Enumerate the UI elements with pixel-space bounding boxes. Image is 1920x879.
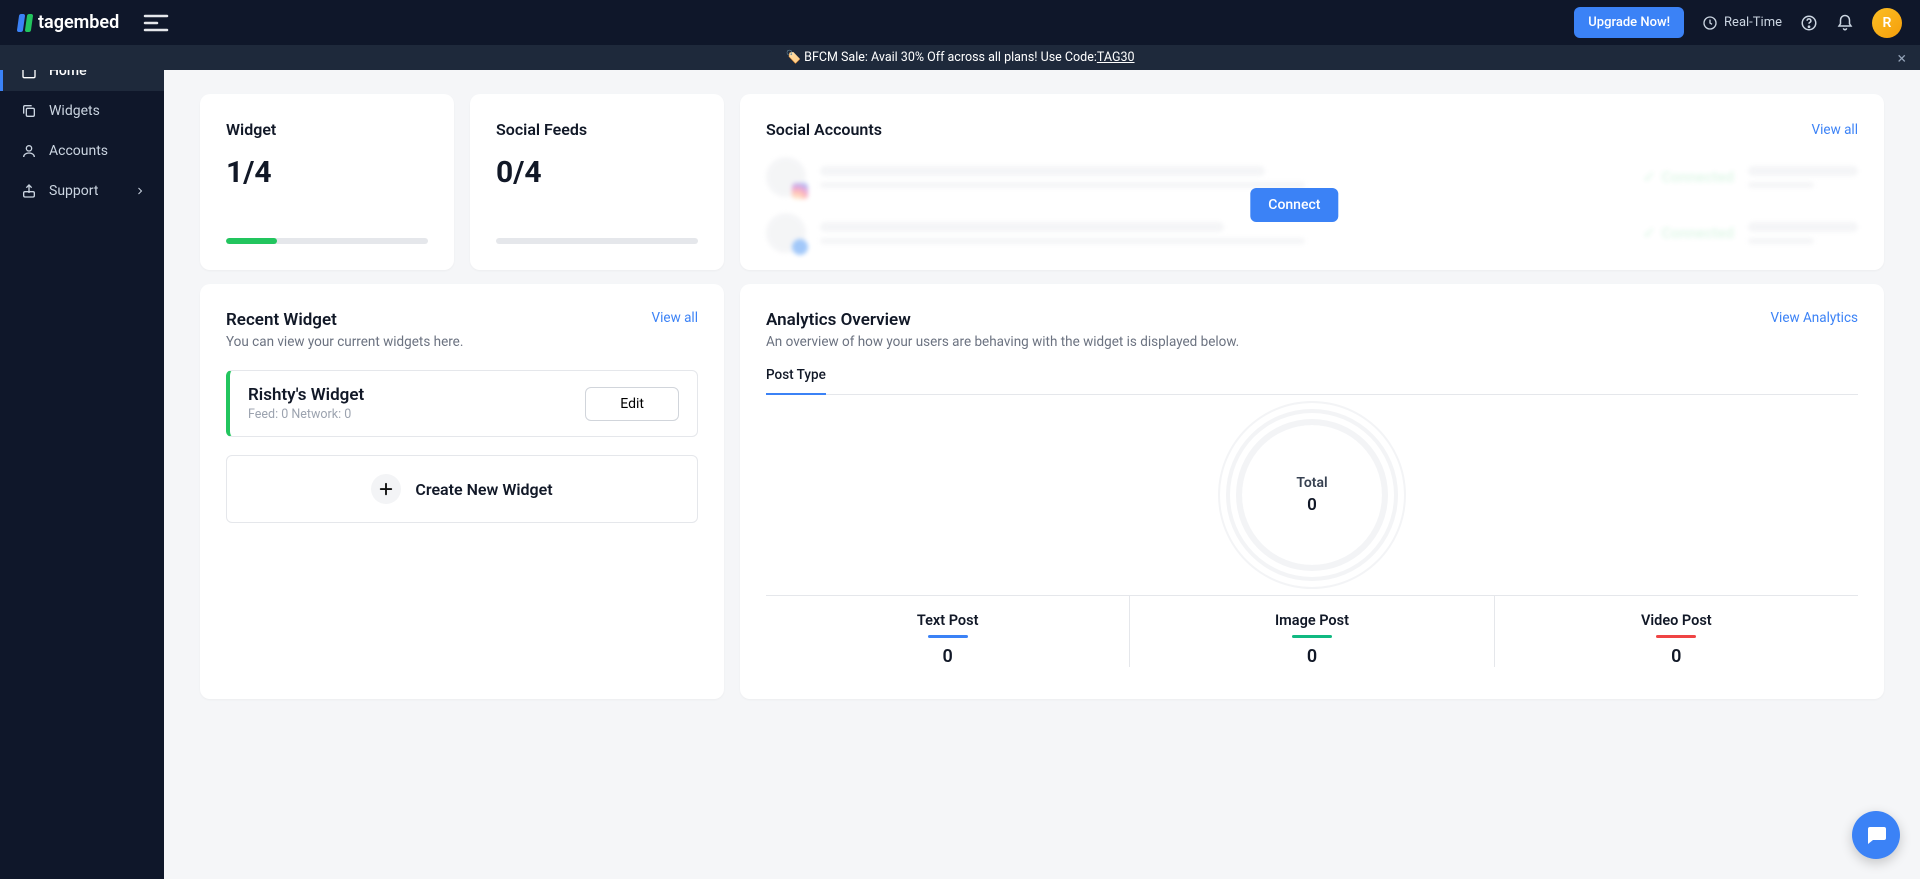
connect-button[interactable]: Connect	[1250, 188, 1338, 222]
connected-status: ✓ Connected	[1643, 224, 1734, 242]
avatar-placeholder	[766, 213, 806, 253]
sidebar-item-label: Widgets	[49, 103, 100, 119]
main-content: Widget 1/4 Social Feeds 0/4 Social Accou…	[164, 70, 1920, 723]
social-accounts-card: Social Accounts View all Connect ✓ Conne…	[740, 94, 1884, 270]
banner-code[interactable]: TAG30	[1097, 50, 1135, 65]
plus-icon	[371, 474, 401, 504]
avatar[interactable]: R	[1872, 8, 1902, 38]
widget-stat-card: Widget 1/4	[200, 94, 454, 270]
chat-fab-button[interactable]	[1852, 811, 1900, 859]
widget-item-name: Rishty's Widget	[248, 385, 364, 405]
instagram-icon	[792, 183, 808, 199]
image-post-stat: Image Post 0	[1130, 596, 1494, 667]
recent-widget-card: Recent Widget View all You can view your…	[200, 284, 724, 699]
sidebar-item-support[interactable]: Support	[0, 171, 164, 211]
sidebar-item-accounts[interactable]: Accounts	[0, 131, 164, 171]
text-post-stat: Text Post 0	[766, 596, 1130, 667]
analytics-subtitle: An overview of how your users are behavi…	[766, 334, 1749, 350]
text-post-label: Text Post	[766, 612, 1129, 629]
text-post-value: 0	[766, 646, 1129, 667]
donut-total-value: 0	[1307, 495, 1317, 515]
create-widget-button[interactable]: Create New Widget	[226, 455, 698, 523]
sidebar-item-label: Support	[49, 183, 98, 199]
widget-stat-value: 1/4	[226, 155, 428, 238]
donut-chart: Total 0	[766, 425, 1858, 565]
top-bar: tagembed Upgrade Now! Real-Time R	[0, 0, 1920, 45]
close-icon[interactable]: ×	[1897, 48, 1906, 67]
feeds-progress	[496, 238, 698, 244]
post-type-stats: Text Post 0 Image Post 0 Video Post 0	[766, 595, 1858, 667]
donut-total-label: Total	[1296, 475, 1327, 491]
copy-icon	[21, 103, 37, 119]
brand-logo[interactable]: tagembed	[18, 12, 119, 33]
feeds-stat-value: 0/4	[496, 155, 698, 238]
banner-emoji: 🏷️	[785, 50, 801, 65]
bell-icon[interactable]	[1836, 14, 1854, 32]
edit-button[interactable]: Edit	[585, 387, 679, 421]
sidebar-item-widgets[interactable]: Widgets	[0, 91, 164, 131]
video-post-value: 0	[1495, 646, 1858, 667]
realtime-label: Real-Time	[1724, 15, 1782, 30]
social-view-all-link[interactable]: View all	[1812, 122, 1858, 138]
analytics-card: Analytics Overview View Analytics An ove…	[740, 284, 1884, 699]
stats-row: Widget 1/4 Social Feeds 0/4 Social Accou…	[200, 94, 1884, 270]
user-icon	[21, 143, 37, 159]
social-title: Social Accounts	[766, 120, 882, 139]
image-post-label: Image Post	[1130, 612, 1493, 629]
logo-mark-icon	[18, 14, 32, 32]
recent-view-all-link[interactable]: View all	[652, 310, 698, 326]
top-left: tagembed	[18, 12, 169, 33]
upgrade-button[interactable]: Upgrade Now!	[1574, 7, 1684, 38]
sidebar: Home Widgets Accounts Support	[0, 45, 164, 879]
analytics-title: Analytics Overview	[766, 310, 911, 330]
widget-item-meta: Feed: 0 Network: 0	[248, 407, 364, 422]
help-icon[interactable]	[1800, 14, 1818, 32]
widget-stat-title: Widget	[226, 120, 428, 139]
connected-status: ✓ Connected	[1643, 168, 1734, 186]
content-row: Recent Widget View all You can view your…	[200, 284, 1884, 699]
chat-icon	[1864, 823, 1888, 847]
chevron-right-icon	[134, 185, 146, 197]
recent-title: Recent Widget	[226, 310, 337, 330]
sidebar-item-label: Accounts	[49, 143, 108, 159]
feeds-stat-card: Social Feeds 0/4	[470, 94, 724, 270]
top-right: Upgrade Now! Real-Time R	[1574, 7, 1902, 38]
banner-text: BFCM Sale: Avail 30% Off across all plan…	[804, 50, 1097, 65]
feeds-stat-title: Social Feeds	[496, 120, 698, 139]
menu-toggle-icon[interactable]	[143, 13, 169, 33]
avatar-placeholder	[766, 157, 806, 197]
video-post-stat: Video Post 0	[1495, 596, 1858, 667]
widget-progress	[226, 238, 428, 244]
create-widget-label: Create New Widget	[415, 480, 552, 499]
clock-icon	[1702, 15, 1718, 31]
facebook-icon	[792, 239, 808, 255]
brand-name: tagembed	[38, 12, 119, 33]
tab-post-type[interactable]: Post Type	[766, 367, 826, 395]
view-analytics-link[interactable]: View Analytics	[1770, 310, 1858, 326]
video-post-label: Video Post	[1495, 612, 1858, 629]
widget-list-item[interactable]: Rishty's Widget Feed: 0 Network: 0 Edit	[226, 370, 698, 437]
promo-banner: 🏷️ BFCM Sale: Avail 30% Off across all p…	[0, 45, 1920, 70]
realtime-toggle[interactable]: Real-Time	[1702, 15, 1782, 31]
share-icon	[21, 183, 37, 199]
recent-subtitle: You can view your current widgets here.	[226, 334, 698, 350]
image-post-value: 0	[1130, 646, 1493, 667]
